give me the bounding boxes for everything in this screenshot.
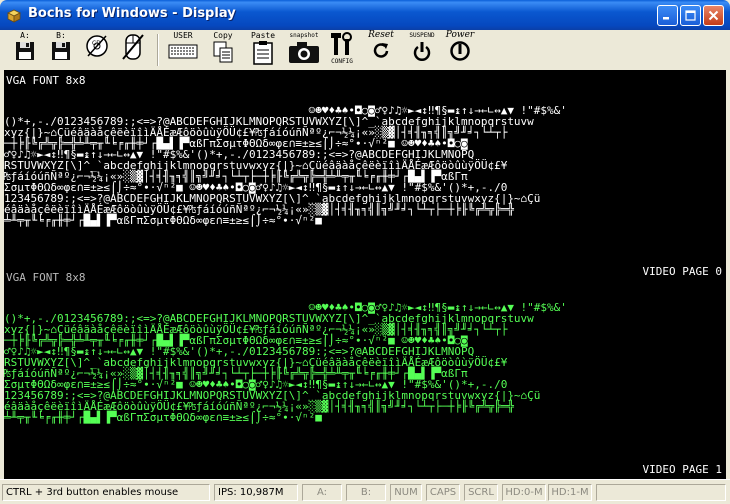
glyph-row: ╧╨╤╥╙╘╒╓╫╪┘┌█▄▌▐▀αßΓπΣσµτΦΘΩδ∞φε∩≡±≥≤⌠⌡÷… bbox=[4, 214, 322, 227]
clipboard-icon bbox=[253, 41, 273, 65]
window-title: Bochs for Windows - Display bbox=[28, 6, 236, 21]
close-icon bbox=[708, 10, 719, 21]
power-label: Power bbox=[445, 30, 475, 40]
cdrom-button[interactable]: CD bbox=[82, 31, 112, 69]
status-extra-panel bbox=[596, 484, 726, 501]
copy-icon bbox=[213, 41, 233, 63]
status-hd0: HD:0-M bbox=[502, 484, 546, 501]
bochs-app-icon bbox=[7, 9, 21, 23]
mouse-toggle-button[interactable] bbox=[118, 31, 148, 69]
paste-label: Paste bbox=[250, 31, 276, 40]
cdrom-icon: CD bbox=[86, 35, 108, 57]
user-button[interactable]: USER bbox=[166, 31, 200, 69]
page0-font-glyphs: ☺☻♥♦♣♠•◘○◙♂♀♪♫☼►◄↕‼¶§▬↨↑↓→←∟↔▲▼ !"#$%&' … bbox=[4, 105, 726, 240]
reset-icon bbox=[373, 43, 389, 58]
copy-button[interactable]: Copy bbox=[209, 31, 237, 69]
status-floppy-b: B: bbox=[346, 484, 386, 501]
status-hd1: HD:1-M bbox=[548, 484, 592, 501]
page1-label: VIDEO PAGE 1 bbox=[642, 463, 722, 476]
paste-button[interactable]: Paste bbox=[248, 31, 278, 69]
page0-label: VIDEO PAGE 0 bbox=[642, 265, 722, 278]
camera-icon bbox=[289, 42, 319, 63]
snapshot-label: snapshot bbox=[289, 32, 319, 39]
close-button[interactable] bbox=[703, 5, 724, 26]
toolbar-separator bbox=[157, 34, 159, 66]
user-label: USER bbox=[173, 31, 193, 40]
page0-header: VGA FONT 8x8 bbox=[6, 74, 86, 87]
suspend-button[interactable]: SUSPEND bbox=[404, 31, 440, 69]
reset-button[interactable]: Reset bbox=[364, 31, 398, 69]
floppy-a-button[interactable]: A: bbox=[10, 31, 40, 69]
status-message: CTRL + 3rd button enables mouse bbox=[2, 484, 210, 501]
maximize-button[interactable] bbox=[680, 5, 701, 26]
floppy-disk-icon bbox=[16, 42, 34, 60]
floppy-a-label: A: bbox=[20, 31, 30, 40]
tools-icon bbox=[331, 32, 352, 55]
maximize-icon bbox=[685, 10, 696, 21]
status-num-lock: NUM bbox=[390, 484, 422, 501]
minimize-icon bbox=[663, 17, 669, 20]
status-ips: IPS: 10,987M bbox=[214, 484, 298, 501]
keyboard-icon bbox=[168, 44, 198, 59]
config-label: CONFIG bbox=[331, 58, 353, 65]
snapshot-button[interactable]: snapshot bbox=[284, 31, 324, 69]
title-bar: Bochs for Windows - Display bbox=[0, 0, 730, 30]
floppy-disk-icon bbox=[52, 42, 70, 60]
page1-header: VGA FONT 8x8 bbox=[6, 271, 86, 284]
suspend-label: SUSPEND bbox=[409, 32, 435, 39]
reset-label: Reset bbox=[368, 30, 394, 40]
floppy-b-button[interactable]: B: bbox=[46, 31, 76, 69]
status-caps-lock: CAPS bbox=[426, 484, 460, 501]
page1-font-glyphs: ☺☻♥♦♣♠•◘○◙♂♀♪♫☼►◄↕‼¶§▬↨↑↓→←∟↔▲▼ !"#$%&' … bbox=[4, 302, 726, 437]
floppy-b-label: B: bbox=[56, 31, 66, 40]
glyph-row: ╧╨╤╥╙╘╒╓╫╪┘┌█▄▌▐▀αßΓπΣσµτΦΘΩδ∞φε∩≡±≥≤⌠⌡÷… bbox=[4, 411, 322, 424]
status-floppy-a: A: bbox=[302, 484, 342, 501]
status-bar: CTRL + 3rd button enables mouse IPS: 10,… bbox=[0, 479, 730, 504]
toolbar: A: B: CD USER Copy Paste snapshot CONFIG… bbox=[4, 30, 726, 70]
mouse-disabled-icon bbox=[122, 34, 144, 60]
config-button[interactable]: CONFIG bbox=[326, 31, 358, 69]
power-button[interactable]: Power bbox=[442, 31, 478, 69]
suspend-icon bbox=[413, 42, 431, 61]
power-icon bbox=[450, 41, 470, 61]
status-scroll-lock: SCRL bbox=[464, 484, 498, 501]
emulator-display[interactable]: VGA FONT 8x8 ☺☻♥♦♣♠•◘○◙♂♀♪♫☼►◄↕‼¶§▬↨↑↓→←… bbox=[4, 70, 726, 479]
minimize-button[interactable] bbox=[657, 5, 678, 26]
copy-label: Copy bbox=[213, 31, 233, 40]
